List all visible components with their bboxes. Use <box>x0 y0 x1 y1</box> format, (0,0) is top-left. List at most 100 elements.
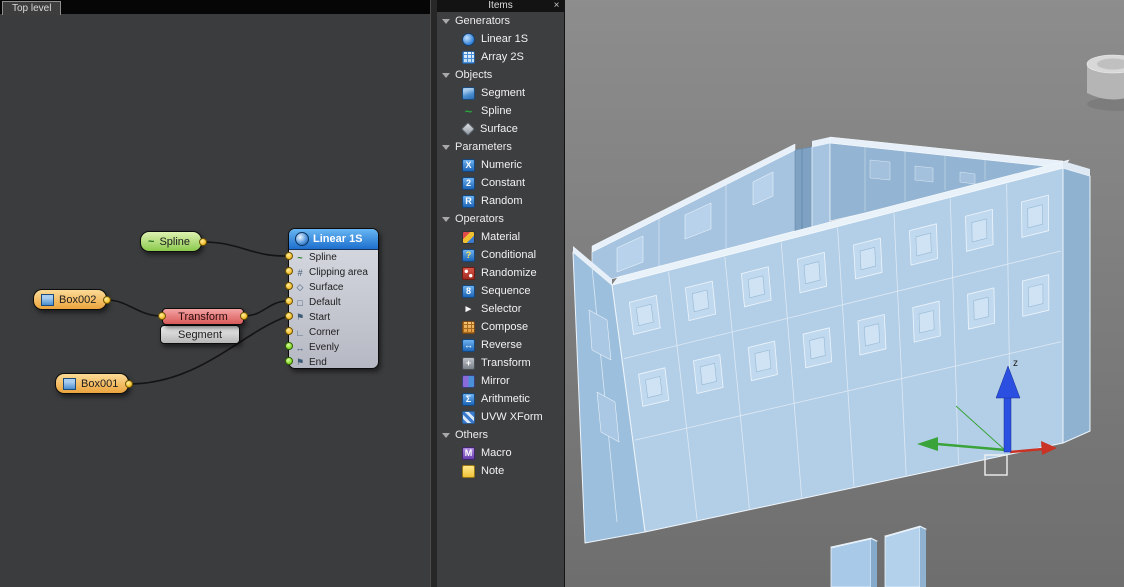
group-label: Operators <box>455 213 504 225</box>
item-linear-1s[interactable]: Linear 1S <box>437 30 564 48</box>
item-sequence[interactable]: 8 Sequence <box>437 282 564 300</box>
mirror-icon <box>462 374 475 388</box>
item-label: Compose <box>481 321 529 333</box>
item-label: Linear 1S <box>481 33 529 45</box>
linear-input-label: Evenly <box>309 342 340 353</box>
macro-icon: M <box>462 446 475 460</box>
group-label: Objects <box>455 69 493 81</box>
item-random[interactable]: R Random <box>437 192 564 210</box>
item-segment[interactable]: Segment <box>437 84 564 102</box>
collapse-arrow-icon <box>442 144 450 150</box>
node-spline[interactable]: ~ Spline <box>140 231 202 252</box>
input-socket-linear-evenly[interactable] <box>285 342 293 350</box>
items-panel-header: Items × <box>437 0 564 12</box>
item-label: Arithmetic <box>481 393 530 405</box>
item-label: Note <box>481 465 505 477</box>
group-others[interactable]: Others <box>437 426 564 444</box>
node-graph-canvas[interactable]: Top level ~ Spline Box002 Transform Segm… <box>0 0 430 587</box>
viewport-scene[interactable]: z <box>565 0 1124 587</box>
linear-input-row-clipping-area: # Clipping area <box>289 265 378 280</box>
input-socket-linear-default[interactable] <box>285 297 293 305</box>
item-randomize[interactable]: Randomize <box>437 264 564 282</box>
item-arithmetic[interactable]: Σ Arithmetic <box>437 390 564 408</box>
input-socket-linear-clipping-area[interactable] <box>285 267 293 275</box>
viewport-3d[interactable]: z <box>565 0 1124 587</box>
item-label: Selector <box>481 303 522 315</box>
item-label: Mirror <box>481 375 510 387</box>
transform-icon: + <box>462 356 475 370</box>
item-compose[interactable]: Compose <box>437 318 564 336</box>
linear-input-row-corner: ∟ Corner <box>289 325 378 340</box>
spline-icon: ~ <box>148 235 155 248</box>
input-socket-linear-spline[interactable] <box>285 252 293 260</box>
item-label: Spline <box>481 105 512 117</box>
item-note[interactable]: Note <box>437 462 564 480</box>
node-linear-1s[interactable]: Linear 1S ~ Spline # Clipping area ◇ Sur… <box>288 228 379 369</box>
item-label: Randomize <box>481 267 537 279</box>
node-box001[interactable]: Box001 <box>55 373 129 394</box>
item-conditional[interactable]: ? Conditional <box>437 246 564 264</box>
linear-input-label: Surface <box>309 282 344 293</box>
item-spline[interactable]: ~ Spline <box>437 102 564 120</box>
node-linear-1s-title: Linear 1S <box>313 233 363 245</box>
close-icon[interactable]: × <box>551 0 562 12</box>
surface-input-icon: ◇ <box>296 282 304 292</box>
input-socket-transform[interactable] <box>158 312 166 320</box>
group-parameters[interactable]: Parameters <box>437 138 564 156</box>
item-material[interactable]: Material <box>437 228 564 246</box>
item-selector[interactable]: ► Selector <box>437 300 564 318</box>
group-objects[interactable]: Objects <box>437 66 564 84</box>
end-input-icon: ⚑ <box>295 357 305 367</box>
array-2s-icon <box>462 50 475 64</box>
node-box001-label: Box001 <box>81 377 119 390</box>
item-reverse[interactable]: ↔ Reverse <box>437 336 564 354</box>
collapse-arrow-icon <box>442 432 450 438</box>
default-input-icon: □ <box>297 297 303 308</box>
spline-icon: ~ <box>464 103 473 119</box>
numeric-icon: X <box>462 158 475 172</box>
item-array-2s[interactable]: Array 2S <box>437 48 564 66</box>
node-segment-label: Segment <box>177 328 223 341</box>
items-panel: Items × Generators Linear 1S Array 2S Ob… <box>437 0 565 587</box>
node-linear-1s-header[interactable]: Linear 1S <box>289 229 378 250</box>
surface-icon <box>460 121 476 137</box>
sequence-icon: 8 <box>462 284 475 298</box>
linear-input-row-end: ⚑ End <box>289 355 378 370</box>
item-macro[interactable]: M Macro <box>437 444 564 462</box>
item-transform[interactable]: + Transform <box>437 354 564 372</box>
group-generators[interactable]: Generators <box>437 12 564 30</box>
output-socket-box002[interactable] <box>103 296 111 304</box>
item-label: Material <box>481 231 521 243</box>
linear-input-label: Start <box>309 312 331 323</box>
item-uvw-xform[interactable]: UVW XForm <box>437 408 564 426</box>
input-socket-linear-end[interactable] <box>285 357 293 365</box>
item-numeric[interactable]: X Numeric <box>437 156 564 174</box>
material-icon <box>462 230 475 244</box>
linear-input-row-surface: ◇ Surface <box>289 280 378 295</box>
generator-gear-icon <box>295 232 309 246</box>
items-panel-title: Items <box>488 0 513 11</box>
output-socket-box001[interactable] <box>125 380 133 388</box>
output-socket-spline[interactable] <box>199 238 207 246</box>
node-transform[interactable]: Transform <box>162 308 244 325</box>
background-object-cylinder[interactable] <box>1086 54 1124 111</box>
item-label: Surface <box>480 123 518 135</box>
input-socket-linear-surface[interactable] <box>285 282 293 290</box>
item-surface[interactable]: Surface <box>437 120 564 138</box>
item-label: Conditional <box>481 249 537 261</box>
group-label: Generators <box>455 15 511 27</box>
constant-icon: 2 <box>462 176 475 190</box>
selector-icon: ► <box>463 303 474 315</box>
node-segment[interactable]: Segment <box>160 325 240 344</box>
input-socket-linear-corner[interactable] <box>285 327 293 335</box>
input-socket-linear-start[interactable] <box>285 312 293 320</box>
item-label: Array 2S <box>481 51 524 63</box>
wire-box002-to-transform <box>106 299 163 317</box>
group-operators[interactable]: Operators <box>437 210 564 228</box>
box-icon <box>63 377 76 390</box>
arithmetic-icon: Σ <box>462 392 475 406</box>
output-socket-transform[interactable] <box>240 312 248 320</box>
item-constant[interactable]: 2 Constant <box>437 174 564 192</box>
node-box002[interactable]: Box002 <box>33 289 107 310</box>
item-mirror[interactable]: Mirror <box>437 372 564 390</box>
